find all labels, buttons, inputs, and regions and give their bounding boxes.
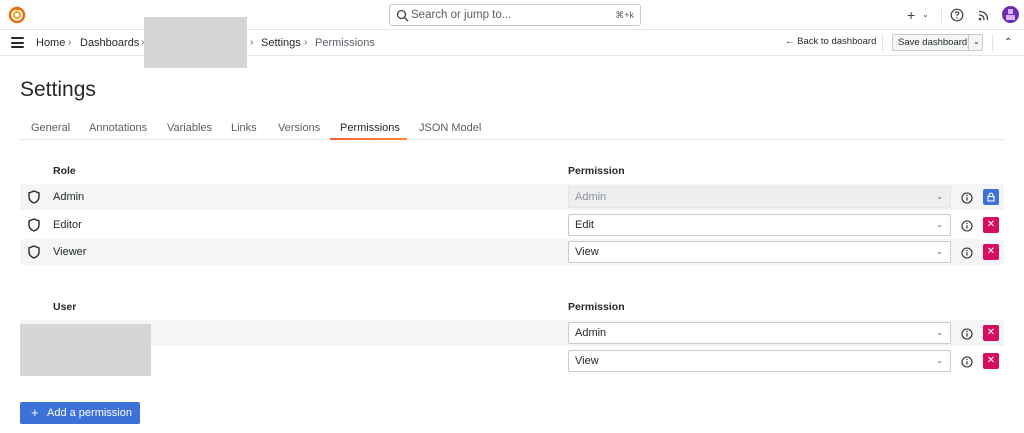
role-name: Viewer	[53, 246, 87, 258]
info-icon[interactable]	[961, 247, 973, 259]
breadcrumb-permissions: Permissions	[315, 37, 375, 49]
keyboard-shortcut-hint: ⌘+k	[615, 10, 634, 20]
save-dashboard-button[interactable]: Save dashboard ⌄	[892, 34, 983, 51]
active-tab-indicator	[330, 138, 407, 140]
tab-annotations[interactable]: Annotations	[89, 122, 147, 134]
breadcrumb-separator-icon: ›	[304, 37, 308, 48]
chevron-down-icon[interactable]: ⌄	[936, 356, 943, 365]
help-icon[interactable]	[950, 8, 964, 22]
close-icon: ✕	[986, 327, 996, 338]
breadcrumb-separator-icon: ›	[250, 37, 254, 48]
chevron-down-icon[interactable]: ⌄	[936, 328, 943, 337]
chevron-down-icon[interactable]: ⌄	[973, 37, 980, 46]
chevron-down-icon[interactable]: ⌄	[936, 220, 943, 229]
permission-select[interactable]: View ⌄	[568, 350, 951, 372]
breadcrumb-bar: Home › Dashboards › › Settings › Permiss…	[0, 17, 1024, 68]
close-icon: ✕	[986, 355, 996, 366]
info-icon[interactable]	[961, 192, 973, 204]
remove-permission-button[interactable]: ✕	[983, 217, 999, 233]
tab-permissions[interactable]: Permissions	[340, 122, 400, 134]
info-icon[interactable]	[961, 356, 973, 368]
permission-select: Admin ⌄	[568, 186, 951, 208]
remove-permission-button[interactable]: ✕	[983, 244, 999, 260]
tab-versions[interactable]: Versions	[278, 122, 320, 134]
arrow-left-icon: ←	[785, 36, 795, 47]
breadcrumb-settings[interactable]: Settings	[261, 37, 301, 49]
role-name: Editor	[53, 219, 82, 231]
add-permission-button[interactable]: + Add a permission	[20, 402, 140, 424]
shield-icon	[28, 245, 40, 259]
divider	[992, 34, 993, 52]
search-icon	[396, 9, 409, 22]
add-permission-label: Add a permission	[47, 407, 132, 419]
rss-news-icon[interactable]	[977, 8, 991, 22]
info-icon[interactable]	[961, 328, 973, 340]
plus-icon: +	[31, 405, 39, 420]
breadcrumb-home[interactable]: Home	[36, 37, 65, 49]
breadcrumb-dashboards[interactable]: Dashboards	[80, 37, 139, 49]
tab-variables[interactable]: Variables	[167, 122, 212, 134]
grafana-logo-icon[interactable]	[8, 6, 26, 24]
user-column-header: User	[53, 301, 77, 313]
permission-value: View	[575, 246, 599, 258]
menu-hamburger-icon[interactable]	[11, 37, 24, 48]
save-label: Save dashboard	[898, 37, 968, 48]
permission-value: Admin	[575, 191, 607, 203]
remove-permission-button[interactable]: ✕	[983, 353, 999, 369]
shield-icon	[28, 190, 40, 204]
chevron-down-icon: ⌄	[936, 192, 943, 201]
remove-permission-button[interactable]: ✕	[983, 325, 999, 341]
close-icon: ✕	[986, 246, 996, 257]
avatar-figure-icon	[1006, 9, 1015, 20]
permission-value: Edit	[575, 219, 594, 231]
back-to-dashboard-button[interactable]: ← Back to dashboard	[785, 36, 876, 47]
redacted-user-name	[20, 324, 151, 376]
user-avatar[interactable]	[1002, 6, 1019, 23]
role-column-header: Role	[53, 165, 76, 177]
permission-select[interactable]: Edit ⌄	[568, 214, 951, 236]
shield-icon	[28, 218, 40, 232]
divider	[882, 34, 883, 52]
chevron-down-icon[interactable]: ⌄	[936, 247, 943, 256]
locked-button	[983, 189, 999, 205]
breadcrumb-separator-icon: ›	[68, 37, 72, 48]
back-label: Back to dashboard	[797, 36, 877, 47]
permission-column-header: Permission	[568, 301, 625, 313]
tab-json-model[interactable]: JSON Model	[419, 122, 481, 134]
info-icon[interactable]	[961, 220, 973, 232]
settings-tabs: General Annotations Variables Links Vers…	[20, 118, 1004, 140]
chevron-up-icon[interactable]: ⌃	[1004, 37, 1012, 48]
search-placeholder: Search or jump to...	[411, 9, 512, 21]
divider	[941, 7, 942, 23]
tab-general[interactable]: General	[31, 122, 70, 134]
search-input[interactable]: Search or jump to... ⌘+k	[389, 4, 641, 26]
permission-select[interactable]: View ⌄	[568, 241, 951, 263]
redacted-dashboard-name	[144, 17, 247, 68]
close-icon: ✕	[986, 219, 996, 230]
button-divider	[968, 35, 969, 50]
permission-column-header: Permission	[568, 165, 625, 177]
lock-icon	[987, 192, 995, 202]
permission-select[interactable]: Admin ⌄	[568, 322, 951, 344]
tab-links[interactable]: Links	[231, 122, 257, 134]
permission-value: View	[575, 355, 599, 367]
page-title: Settings	[20, 78, 96, 101]
role-name: Admin	[53, 191, 85, 203]
permission-value: Admin	[575, 327, 607, 339]
